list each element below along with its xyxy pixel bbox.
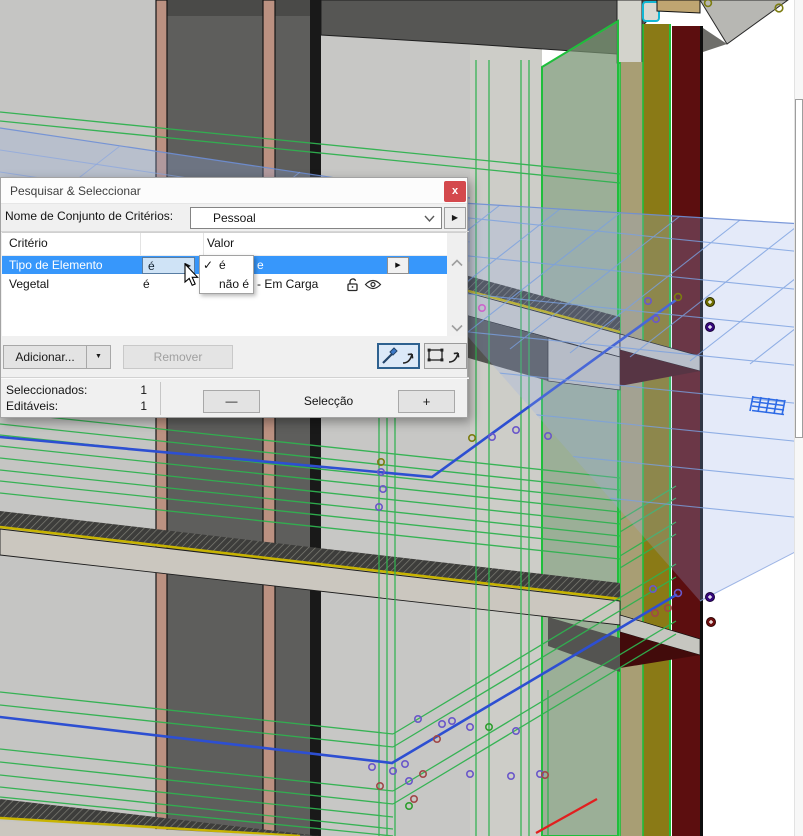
3d-viewport[interactable] [0, 0, 803, 836]
top-mullion [617, 0, 642, 63]
deselect-button[interactable]: — [203, 390, 260, 413]
row-criterio: Tipo de Elemento [9, 258, 103, 272]
dialog-title: Pesquisar & Seleccionar [10, 178, 141, 204]
table-scrollbar[interactable] [447, 233, 466, 336]
add-dropdown-arrow[interactable]: ▼ [86, 345, 111, 369]
app-window: Pesquisar & Seleccionar x Nome de Conjun… [0, 0, 803, 836]
criteria-set-menu-button[interactable]: ▶ [444, 207, 466, 229]
unlock-icon[interactable] [346, 277, 360, 292]
find-select-dialog[interactable]: Pesquisar & Seleccionar x Nome de Conjun… [0, 177, 468, 418]
editable-count-label: Editáveis: [6, 399, 58, 413]
row-value-menu-button[interactable]: ▶ [387, 257, 409, 274]
row-value-partial: e [257, 258, 264, 272]
menu-item-nao-e[interactable]: não é [200, 275, 253, 294]
eye-icon[interactable] [364, 279, 382, 290]
marquee-icon [425, 344, 464, 366]
operator-popup-menu[interactable]: ✓ é não é [199, 255, 254, 294]
scroll-down-icon[interactable] [451, 324, 463, 332]
mouse-cursor [184, 263, 200, 287]
remove-button[interactable]: Remover [123, 345, 233, 369]
eyedropper-icon [379, 345, 418, 367]
selected-count-value: 1 [121, 383, 147, 397]
separator [1, 377, 469, 379]
menu-item-e[interactable]: ✓ é [200, 256, 253, 275]
dialog-titlebar[interactable]: Pesquisar & Seleccionar [1, 178, 467, 204]
check-icon: ✓ [203, 256, 217, 275]
close-button[interactable]: x [444, 181, 466, 202]
viewport-scrollbar-track[interactable] [794, 0, 803, 836]
column-divider [203, 233, 204, 255]
selected-count-label: Seleccionados: [6, 383, 87, 397]
criteria-set-combobox[interactable]: Pessoal [190, 207, 442, 229]
column-header-criterio: Critério [9, 236, 48, 250]
add-button[interactable]: Adicionar... [3, 345, 87, 369]
dark-mullion [310, 0, 321, 836]
scroll-up-icon[interactable] [451, 259, 463, 267]
selection-label: Selecção [281, 394, 376, 408]
tan-column-1 [156, 0, 167, 836]
editable-count-value: 1 [121, 399, 147, 413]
column-divider [140, 233, 141, 255]
criteria-set-label: Nome de Conjunto de Critérios: [5, 209, 173, 223]
marquee-pick-button[interactable] [424, 343, 467, 369]
criteria-set-value: Pessoal [213, 211, 256, 225]
select-button[interactable]: + [398, 390, 455, 413]
tan-column-2 [263, 0, 275, 836]
column-header-valor: Valor [207, 236, 234, 250]
chevron-down-icon [423, 214, 436, 223]
viewport-scrollbar-thumb[interactable] [795, 99, 803, 438]
divider [160, 382, 161, 415]
pick-criteria-button[interactable] [377, 343, 420, 369]
